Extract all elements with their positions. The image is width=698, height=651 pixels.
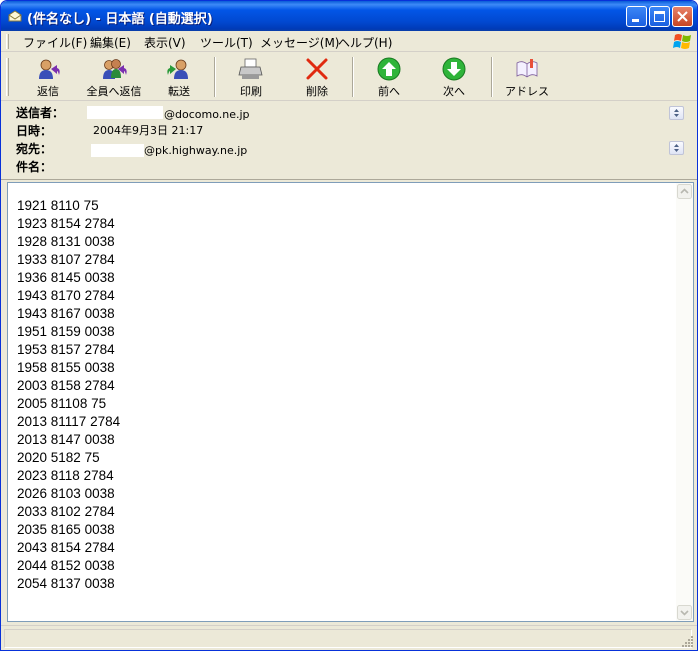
date-label: 日時： xyxy=(16,124,53,138)
menu-bar: ファイル(F) 編集(E) 表示(V) ツール(T) メッセージ(M) ヘルプ(… xyxy=(1,31,697,52)
from-value[interactable]: @docomo.ne.jp xyxy=(164,108,250,121)
previous-label: 前へ xyxy=(378,85,400,98)
print-button[interactable]: 印刷 xyxy=(231,55,271,99)
message-line: 1923 8154 2784 xyxy=(17,216,115,231)
message-line: 1958 8155 0038 xyxy=(17,360,115,375)
message-text: 1921 8110 75 1923 8154 2784 1928 8131 0038… xyxy=(17,197,120,593)
status-bar xyxy=(1,625,697,650)
resize-grip-icon[interactable] xyxy=(682,635,694,647)
message-header: 送信者： @docomo.ne.jp 日時： 2004年9月3日 21:17 宛… xyxy=(1,101,697,180)
title-bar[interactable]: (件名なし) - 日本語 (自動選択) xyxy=(1,1,697,31)
maximize-button[interactable] xyxy=(649,6,670,27)
reply-icon xyxy=(39,59,60,79)
redacted-recipient xyxy=(91,144,144,157)
menu-help[interactable]: ヘルプ(H) xyxy=(338,34,392,51)
delete-icon xyxy=(306,58,328,80)
next-button[interactable]: 次へ xyxy=(434,55,474,99)
message-line: 2054 8137 0038 xyxy=(17,576,115,591)
message-line: 1928 8131 0038 xyxy=(17,234,115,249)
message-line: 2043 8154 2784 xyxy=(17,540,115,555)
printer-icon xyxy=(238,58,263,79)
reply-all-label: 全員へ返信 xyxy=(86,85,142,98)
message-line: 2035 8165 0038 xyxy=(17,522,115,537)
message-line: 2023 8118 2784 xyxy=(17,468,114,483)
message-line: 2033 8102 2784 xyxy=(17,504,115,519)
toolbar-separator xyxy=(352,57,354,97)
message-line: 1953 8157 2784 xyxy=(17,342,115,357)
forward-icon xyxy=(167,59,188,79)
menu-tools[interactable]: ツール(T) xyxy=(200,34,253,51)
windows-logo-icon xyxy=(673,34,691,49)
subject-label: 件名： xyxy=(16,160,53,174)
forward-button[interactable]: 転送 xyxy=(159,55,199,99)
arrow-down-icon xyxy=(442,57,466,81)
scroll-down-icon[interactable] xyxy=(677,605,692,620)
menu-file[interactable]: ファイル(F) xyxy=(23,34,87,51)
vertical-scrollbar[interactable] xyxy=(676,183,693,621)
message-line: 2044 8152 0038 xyxy=(17,558,115,573)
menu-grip[interactable] xyxy=(6,34,9,49)
spin-arrows-icon xyxy=(674,109,679,117)
message-line: 1933 8107 2784 xyxy=(17,252,115,267)
message-line: 2020 5182 75 xyxy=(17,450,100,465)
menu-message[interactable]: メッセージ(M) xyxy=(260,34,339,51)
delete-label: 削除 xyxy=(306,85,328,98)
delete-button[interactable]: 削除 xyxy=(297,55,337,99)
message-line: 2013 81117 2784 xyxy=(17,414,121,429)
close-button[interactable] xyxy=(672,6,693,27)
toolbar-grip[interactable] xyxy=(6,58,9,96)
scroll-up-icon[interactable] xyxy=(677,184,692,199)
spin-arrows-icon xyxy=(674,144,679,152)
reply-all-button[interactable]: 全員へ返信 xyxy=(79,55,149,99)
maximize-icon xyxy=(654,11,665,22)
message-line: 2005 81108 75 xyxy=(17,396,107,411)
date-value: 2004年9月3日 21:17 xyxy=(93,124,204,137)
reply-all-icon xyxy=(103,59,127,79)
minimize-button[interactable] xyxy=(626,6,647,27)
message-line: 1921 8110 75 xyxy=(17,198,99,213)
reply-button[interactable]: 返信 xyxy=(27,55,69,99)
message-line: 1936 8145 0038 xyxy=(17,270,115,285)
previous-button[interactable]: 前へ xyxy=(369,55,409,99)
reply-label: 返信 xyxy=(37,85,59,98)
forward-label: 転送 xyxy=(168,85,190,98)
menu-view[interactable]: 表示(V) xyxy=(144,34,186,51)
from-label: 送信者： xyxy=(16,106,65,120)
menu-edit[interactable]: 編集(E) xyxy=(90,34,131,51)
to-value[interactable]: @pk.highway.ne.jp xyxy=(144,144,247,157)
message-body[interactable]: 1921 8110 75 1923 8154 2784 1928 8131 0038… xyxy=(7,182,694,622)
to-scroll-button[interactable] xyxy=(669,141,684,155)
envelope-icon xyxy=(8,10,22,22)
to-label: 宛先： xyxy=(16,142,53,156)
arrow-up-icon xyxy=(377,57,401,81)
from-scroll-button[interactable] xyxy=(669,106,684,120)
next-label: 次へ xyxy=(443,85,465,98)
message-line: 2013 8147 0038 xyxy=(17,432,115,447)
minimize-icon xyxy=(632,19,639,22)
close-icon xyxy=(677,11,688,22)
toolbar: 返信 全員へ返信 転送 印刷 削除 前へ 次へ アドレス xyxy=(1,53,697,101)
message-line: 1943 8170 2784 xyxy=(17,288,115,303)
address-book-label: アドレス xyxy=(505,85,549,98)
message-line: 1951 8159 0038 xyxy=(17,324,115,339)
toolbar-separator xyxy=(491,57,493,97)
status-panel xyxy=(4,629,692,648)
toolbar-separator xyxy=(214,57,216,97)
message-line: 2003 8158 2784 xyxy=(17,378,115,393)
message-line: 1943 8167 0038 xyxy=(17,306,115,321)
print-label: 印刷 xyxy=(240,85,262,98)
mail-window: (件名なし) - 日本語 (自動選択) ファイル(F) 編集(E) 表示(V) … xyxy=(0,0,698,651)
address-book-button[interactable]: アドレス xyxy=(505,55,549,99)
message-line: 2026 8103 0038 xyxy=(17,486,115,501)
address-book-icon xyxy=(516,59,538,78)
window-title: (件名なし) - 日本語 (自動選択) xyxy=(27,12,213,27)
redacted-sender xyxy=(87,106,163,119)
